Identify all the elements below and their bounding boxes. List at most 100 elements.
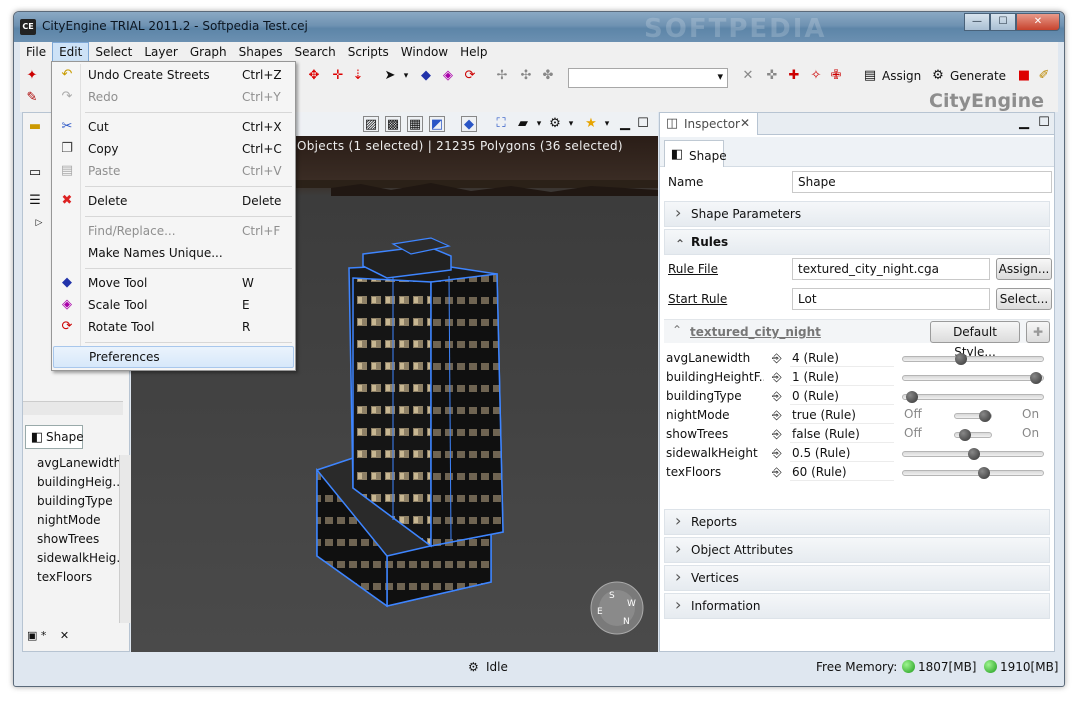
list-item[interactable]: nightMode: [23, 511, 123, 530]
attribute-value[interactable]: true (Rule): [790, 406, 894, 424]
attribute-slider[interactable]: [902, 467, 1044, 479]
attribute-slider[interactable]: [902, 448, 1044, 460]
select-cursor-icon[interactable]: ➤: [382, 68, 398, 84]
height-arrow-icon[interactable]: ⇣: [350, 68, 366, 84]
menu-graph[interactable]: Graph: [184, 42, 233, 62]
rule-link-icon[interactable]: ⎆: [772, 370, 782, 385]
crop-icon[interactable]: ✕: [740, 68, 756, 84]
camera-dropdown-icon[interactable]: ▾: [531, 116, 547, 132]
maximize-view-icon[interactable]: ☐: [635, 116, 651, 132]
rule-link-icon[interactable]: ⎆: [772, 351, 782, 366]
slider-thumb[interactable]: [978, 467, 991, 479]
menu-item-undo-create-streets[interactable]: ↶ Undo Create Streets Ctrl+Z: [53, 64, 294, 86]
section-information[interactable]: Information: [664, 593, 1050, 619]
minimize-view-icon[interactable]: ▁: [1016, 115, 1032, 131]
add-icon[interactable]: ✚: [1026, 321, 1050, 343]
layers-icon[interactable]: ☰: [27, 193, 43, 209]
collapse-icon[interactable]: ⌃: [672, 323, 682, 337]
shape-parameters-section[interactable]: Shape Parameters: [664, 201, 1050, 227]
generate-label[interactable]: Generate: [950, 69, 1006, 83]
rule-link-icon[interactable]: ⎆: [772, 446, 782, 461]
menu-item-move-tool[interactable]: ◆ Move Tool W: [53, 272, 294, 294]
menu-scripts[interactable]: Scripts: [342, 42, 395, 62]
start-rule-input[interactable]: Lot: [792, 288, 990, 310]
menu-file[interactable]: File: [20, 42, 52, 62]
rule-file-input[interactable]: textured_city_night.cga: [792, 258, 990, 280]
shaded-view-icon[interactable]: ▨: [363, 116, 379, 132]
attribute-value[interactable]: 0 (Rule): [790, 387, 894, 405]
scale-tool-icon[interactable]: ◈: [440, 68, 456, 84]
street-tool-icon[interactable]: ✢: [494, 68, 510, 84]
bottom-view-tab[interactable]: ▣ * ✕: [27, 629, 69, 642]
list-item[interactable]: texFloors: [23, 568, 123, 587]
menu-item-redo[interactable]: ↷ Redo Ctrl+Y: [53, 86, 294, 108]
menu-search[interactable]: Search: [288, 42, 341, 62]
maximize-button[interactable]: ☐: [990, 13, 1016, 31]
scene-icon[interactable]: ▭: [27, 165, 43, 181]
section-vertices[interactable]: Vertices: [664, 565, 1050, 591]
close-button[interactable]: ✕: [1016, 13, 1060, 31]
toggle-thumb[interactable]: [978, 410, 991, 422]
move-tool-icon[interactable]: ◆: [418, 68, 434, 84]
menu-help[interactable]: Help: [454, 42, 493, 62]
rule-link-icon[interactable]: ⎆: [772, 389, 782, 404]
minimize-view-icon[interactable]: ▁: [617, 116, 633, 132]
generate-icon[interactable]: ⚙: [930, 68, 946, 84]
lighting-view-icon[interactable]: ◩: [429, 116, 445, 132]
inspector-tab[interactable]: ◫ Inspector ✕: [660, 113, 758, 135]
rule-link-icon[interactable]: ⎆: [772, 465, 782, 480]
menu-item-make-names-unique[interactable]: Make Names Unique...: [53, 242, 294, 264]
slider-thumb[interactable]: [968, 448, 980, 460]
close-icon[interactable]: ✕: [60, 629, 69, 642]
section-object-attributes[interactable]: Object Attributes: [664, 537, 1050, 563]
menu-window[interactable]: Window: [395, 42, 454, 62]
horizontal-scrollbar[interactable]: [23, 401, 123, 415]
star-icon[interactable]: ★: [583, 116, 599, 132]
attribute-slider[interactable]: [902, 353, 1044, 365]
menu-item-paste[interactable]: ▤ Paste Ctrl+V: [53, 160, 294, 182]
attribute-value[interactable]: false (Rule): [790, 425, 894, 443]
scale-arrows-icon[interactable]: ✛: [330, 68, 346, 84]
menu-item-rotate-tool[interactable]: ⟳ Rotate Tool R: [53, 316, 294, 338]
select-rule-button[interactable]: Select...: [996, 288, 1052, 310]
attribute-slider[interactable]: [902, 372, 1044, 384]
menu-shapes[interactable]: Shapes: [233, 42, 289, 62]
assign-rule-button[interactable]: Assign...: [996, 258, 1052, 280]
assign-label[interactable]: Assign: [882, 69, 921, 83]
street-grow-icon[interactable]: ✣: [518, 68, 534, 84]
tree-expand-icon[interactable]: ▷: [31, 215, 47, 231]
menu-item-preferences[interactable]: Preferences: [53, 346, 294, 368]
vertical-scrollbar[interactable]: [119, 455, 131, 623]
menu-item-find-replace[interactable]: Find/Replace... Ctrl+F: [53, 220, 294, 242]
rules-section[interactable]: Rules: [664, 229, 1050, 255]
wireframe-view-icon[interactable]: ▩: [385, 116, 401, 132]
tool-combo-box[interactable]: [568, 68, 728, 88]
new-icon[interactable]: ✦: [24, 68, 40, 84]
frame-icon[interactable]: ⛶: [493, 116, 509, 132]
rule-link-icon[interactable]: ⎆: [772, 427, 782, 442]
slider-thumb[interactable]: [1030, 372, 1043, 384]
assign-icon[interactable]: ▤: [862, 68, 878, 84]
slider-thumb[interactable]: [955, 353, 967, 365]
attribute-value[interactable]: 60 (Rule): [790, 463, 894, 481]
rule-link-icon[interactable]: ⎆: [772, 408, 782, 423]
maximize-view-icon[interactable]: ☐: [1036, 115, 1052, 131]
camera-icon[interactable]: ▰: [515, 116, 531, 132]
insert-vertex-icon[interactable]: ✚: [786, 68, 802, 84]
slider-thumb[interactable]: [905, 391, 918, 403]
list-item[interactable]: avgLanewidth: [23, 454, 123, 473]
move-arrows-icon[interactable]: ✥: [306, 68, 322, 84]
attribute-value[interactable]: 1 (Rule): [790, 368, 894, 386]
section-reports[interactable]: Reports: [664, 509, 1050, 535]
edge-tool-icon[interactable]: ✧: [808, 68, 824, 84]
title-bar[interactable]: CE CityEngine TRIAL 2011.2 - Softpedia T…: [14, 12, 1064, 44]
vertex-icon[interactable]: ✜: [764, 68, 780, 84]
graph-tool-icon[interactable]: ✤: [540, 68, 556, 84]
menu-item-scale-tool[interactable]: ◈ Scale Tool E: [53, 294, 294, 316]
list-item[interactable]: buildingType: [23, 492, 123, 511]
minimize-button[interactable]: —: [964, 13, 990, 31]
texture-view-icon[interactable]: ▦: [407, 116, 423, 132]
shape-subtab[interactable]: ◧ Shape: [664, 140, 727, 167]
list-item[interactable]: showTrees: [23, 530, 123, 549]
attribute-value[interactable]: 4 (Rule): [790, 349, 894, 367]
